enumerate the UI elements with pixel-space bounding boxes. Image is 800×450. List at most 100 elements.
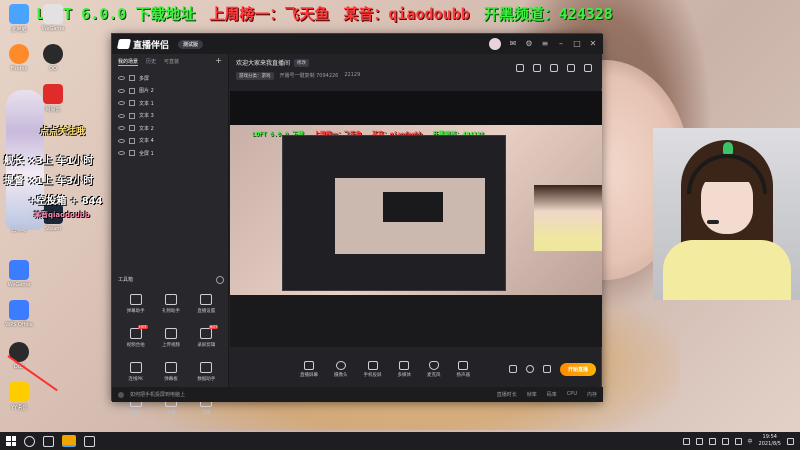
version-badge[interactable]: 测试版 [178, 39, 204, 49]
network-icon[interactable] [721, 437, 729, 445]
notification-icon[interactable] [787, 437, 794, 445]
windows-start-icon[interactable] [6, 436, 16, 446]
edit-title-button[interactable]: 修改 [294, 58, 310, 67]
tray-app-icon[interactable] [708, 437, 716, 445]
upload-icon [164, 328, 177, 339]
source-item[interactable]: 图片 2 [118, 85, 222, 98]
tool-item[interactable]: 弹幕板 [153, 362, 188, 382]
desktop-icon-3[interactable]: QQ [38, 44, 68, 72]
follow-text: 点点关注哦 [40, 127, 86, 137]
tab-my-scenes[interactable]: 我的场景 [118, 58, 139, 66]
tray-app-icon[interactable] [682, 437, 690, 445]
preview-taskbar [230, 295, 602, 303]
source-item[interactable]: 多屏 [118, 72, 222, 85]
desktop-icon-8[interactable]: WPS Office [4, 300, 34, 328]
monitor-icon [304, 360, 314, 370]
gift-box-icon[interactable] [516, 64, 524, 72]
eye-icon[interactable] [118, 101, 125, 106]
screen-button[interactable]: 直播屏幕 [300, 360, 318, 378]
popularity-count: 22129 [344, 72, 361, 78]
camera-button[interactable]: 摄像头 [334, 360, 348, 378]
add-source-button[interactable]: + [215, 57, 222, 66]
eye-icon[interactable] [118, 138, 125, 143]
close-icon[interactable]: ✕ [589, 40, 597, 48]
source-item[interactable]: 全屏 1 [118, 147, 222, 160]
tool-item[interactable]: 直播设置 [189, 294, 224, 314]
gear-icon[interactable] [542, 365, 551, 373]
status-hint[interactable]: 如何把手机投屏到电脑上 [130, 391, 185, 398]
desktop-icon-label: QQ [49, 66, 57, 72]
settings-icon[interactable]: ⚙ [525, 40, 533, 48]
speaker-icon [458, 360, 469, 370]
share-icon[interactable] [584, 64, 592, 72]
tool-item[interactable]: 上传视频 [153, 328, 188, 348]
tray-app-icon[interactable] [695, 437, 703, 445]
eye-icon[interactable] [118, 113, 125, 118]
menu-icon[interactable]: ≡ [541, 40, 549, 48]
tool-label: 礼物助手 [161, 309, 180, 314]
tool-item[interactable]: 礼物助手 [153, 294, 188, 314]
start-live-button[interactable]: 开始直播 [559, 362, 596, 376]
tab-direct[interactable]: 可直装 [164, 58, 179, 66]
marquee-weekly-rank: 上周榜一：飞天鱼 [209, 4, 330, 23]
desktop-icon-1[interactable]: WeGame [38, 4, 68, 32]
room-id[interactable]: 开播号一键复制 7094226 [280, 72, 339, 80]
desktop-icon-label: Steam [44, 226, 62, 232]
minimize-icon[interactable]: – [557, 40, 565, 48]
eye-icon[interactable] [118, 151, 125, 156]
search-icon[interactable] [24, 435, 35, 447]
tool-item[interactable]: HOT 录屏剪辑 [189, 325, 224, 348]
overlay-line4: 某音qiaodoubb [34, 211, 90, 219]
clock[interactable]: 19:54 2021/8/5 [759, 434, 781, 448]
source-item[interactable]: 文本 1 [118, 97, 222, 110]
mail-icon[interactable]: ✉ [509, 40, 517, 48]
phone-cast-button[interactable]: 手机投屏 [364, 360, 382, 378]
hot-badge: HOT [138, 325, 148, 329]
record-icon[interactable] [508, 365, 517, 373]
more-options-icon[interactable] [216, 276, 224, 284]
status-metric: CPU [566, 391, 577, 397]
source-type-icon [129, 87, 135, 94]
eye-icon[interactable] [118, 126, 125, 131]
eye-icon[interactable] [118, 88, 125, 93]
task-view-icon[interactable] [43, 435, 54, 447]
avatar[interactable] [489, 38, 501, 50]
tool-item[interactable]: 数据助手 [189, 362, 224, 382]
desktop-icon-label: WPS Office [5, 322, 33, 328]
category-selector[interactable]: 游戏分类：游戏 [236, 72, 274, 80]
preview-webcam [534, 185, 602, 251]
media-button[interactable]: 多媒体 [398, 360, 411, 378]
timer-icon[interactable] [525, 365, 534, 373]
lock-icon[interactable] [533, 64, 541, 72]
source-item[interactable]: 文本 2 [118, 122, 222, 135]
logo-icon [116, 39, 132, 49]
source-item[interactable]: 文本 3 [118, 110, 222, 123]
live-companion-taskbar-icon[interactable] [62, 435, 76, 447]
stream-preview[interactable]: LOFT 6.0.0 下载 上周榜一：飞天鱼 某音：qiaodoubb 开黑频道… [230, 91, 602, 347]
tab-history[interactable]: 历史 [146, 58, 156, 66]
tool-item[interactable]: 连线PK [118, 362, 153, 382]
status-metric: 直播时长 [496, 392, 517, 398]
tool-label: 直播设置 [197, 309, 216, 314]
desktop-icon-7[interactable]: WeGame [4, 260, 34, 288]
chat-icon[interactable] [550, 64, 558, 72]
source-label: 多屏 [139, 75, 150, 82]
hot-badge: HOT [208, 325, 219, 329]
source-item[interactable]: 文本 4 [118, 135, 222, 148]
desktop-icon-2[interactable]: Firefox [4, 44, 34, 72]
desktop-icon-10[interactable]: YY语音 [4, 382, 34, 411]
stream-controls: 直播屏幕 摄像头 手机投屏 多媒体 麦克风 扬声器 开始直播 [230, 354, 602, 384]
desktop-icon-0[interactable]: 此电脑 [4, 4, 34, 33]
tool-item[interactable]: HOT 视频合拍 [118, 325, 153, 348]
input-language[interactable]: 中 [748, 438, 753, 445]
speaker-button[interactable]: 扬声器 [457, 360, 470, 378]
source-label: 文本 2 [139, 125, 154, 132]
bell-icon[interactable] [567, 64, 575, 72]
maximize-icon[interactable]: □ [573, 40, 581, 48]
mic-button[interactable]: 麦克风 [427, 360, 441, 378]
eye-icon[interactable] [118, 76, 125, 81]
volume-icon[interactable] [734, 437, 742, 445]
tool-item[interactable]: 弹幕助手 [118, 294, 153, 314]
source-label: 文本 1 [139, 100, 154, 107]
file-explorer-icon[interactable] [84, 435, 95, 447]
